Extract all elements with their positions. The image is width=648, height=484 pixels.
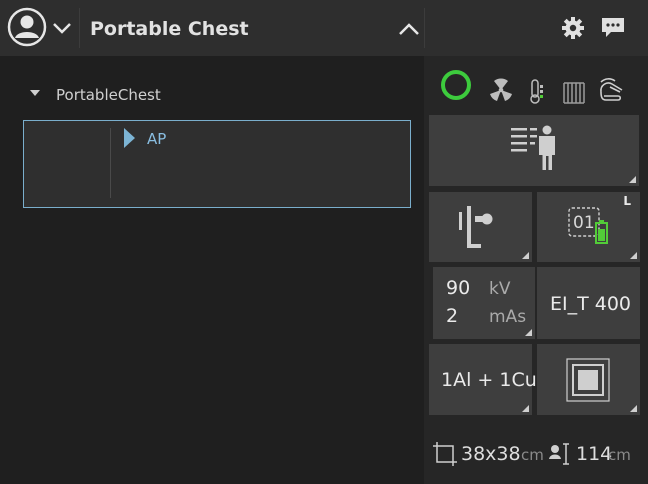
patient-list-icon: [511, 125, 561, 179]
filter-label: 1Al + 1Cu: [441, 369, 537, 391]
kv-unit: kV: [489, 279, 511, 299]
gear-icon[interactable]: [561, 16, 585, 44]
patient-info-tile[interactable]: [429, 115, 639, 186]
view-row-selected[interactable]: [23, 120, 411, 208]
page-title: Portable Chest: [90, 18, 249, 40]
view-label: AP: [147, 130, 167, 148]
collimation-square-icon: [565, 357, 611, 407]
mas-value: 2: [446, 305, 459, 327]
view-divider: [110, 128, 111, 198]
ei-target-label: EI_T 400: [550, 293, 632, 315]
hand-icon: [598, 78, 626, 108]
field-size-icon: [433, 442, 457, 470]
status-ring-icon: [441, 70, 471, 100]
wall-stand-icon: [457, 204, 501, 254]
temperature-icon: [528, 79, 548, 109]
header-separator: [79, 8, 80, 48]
kv-value: 90: [446, 277, 471, 299]
chevron-up-icon[interactable]: [398, 21, 420, 40]
tree-expand-icon[interactable]: [30, 90, 40, 96]
tile-corner-indicator: [629, 176, 636, 183]
filter-tile[interactable]: 1Al + 1Cu: [429, 344, 537, 415]
tile-corner-indicator: [522, 405, 529, 412]
tile-corner-indicator: [522, 252, 529, 259]
field-size-unit: cm: [521, 446, 544, 464]
detector-side-label: L: [623, 194, 631, 208]
mas-unit: mAs: [489, 307, 527, 327]
collimation-tile[interactable]: [537, 344, 640, 415]
ei-target-tile[interactable]: EI_T 400: [537, 267, 640, 339]
stand-tile[interactable]: [429, 192, 532, 262]
radiation-icon: [488, 78, 514, 106]
sid-icon: [548, 443, 572, 469]
tile-corner-indicator: [630, 405, 637, 412]
sid-unit: cm: [608, 446, 631, 464]
tile-corner-indicator: [525, 329, 532, 336]
detector-tile[interactable]: L 01: [537, 192, 640, 262]
chevron-down-icon[interactable]: [52, 20, 72, 39]
view-play-icon: [124, 128, 135, 148]
tree-root-label[interactable]: PortableChest: [56, 86, 161, 104]
chat-icon[interactable]: [601, 17, 625, 43]
detector-number: 01: [573, 213, 595, 233]
header-separator: [424, 8, 425, 48]
user-avatar-icon[interactable]: [7, 7, 47, 47]
detector-battery-icon: 01: [566, 205, 612, 245]
tile-corner-indicator: [630, 252, 637, 259]
exposure-tile[interactable]: 90 kV 2 mAs: [433, 267, 535, 339]
grid-icon: [562, 82, 586, 108]
field-size-value: 38x38: [461, 443, 521, 465]
sid-value: 114: [576, 443, 613, 465]
